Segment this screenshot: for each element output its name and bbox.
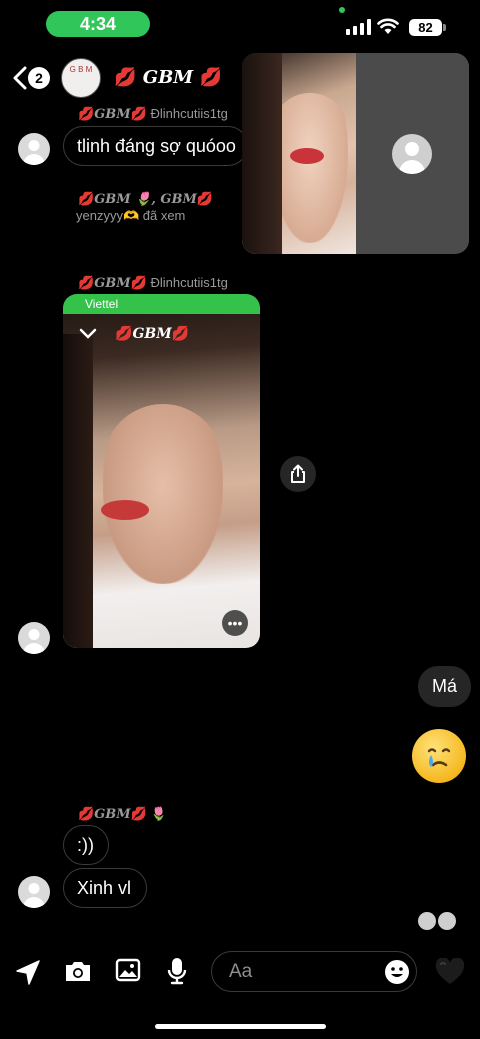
message-bubble[interactable]: Xinh vl xyxy=(63,868,147,908)
shared-photo[interactable]: Viettel 💋GBM💋 ••• xyxy=(63,294,260,648)
carrier-name: Viettel xyxy=(85,297,119,311)
message-text: Má xyxy=(431,676,457,696)
lips-icon: 💋 xyxy=(78,806,95,821)
photo-title: 💋GBM💋 xyxy=(115,326,189,342)
sender-avatar[interactable] xyxy=(18,876,50,908)
seen-avatar xyxy=(418,912,436,930)
seen-by-text: yenzyyy🫶 đã xem xyxy=(76,208,186,223)
seen-avatar xyxy=(438,912,456,930)
sender-avatar[interactable] xyxy=(18,622,50,654)
message-input-placeholder: Aa xyxy=(229,961,253,982)
video-call-pip[interactable] xyxy=(242,53,469,254)
message-sender: 💋GBM💋 Đlinhcutiis1tg xyxy=(78,106,228,122)
privacy-indicator-dot xyxy=(339,7,345,13)
seen-by-names: 💋GBM 🌷, GBM💋 xyxy=(78,191,213,207)
lips-icon: 💋 xyxy=(199,67,222,88)
gallery-icon[interactable] xyxy=(115,958,141,982)
photo-hair-region xyxy=(63,334,93,648)
smiling-tear-emoji-icon xyxy=(427,748,451,767)
location-arrow-icon[interactable] xyxy=(15,958,41,986)
remote-user-avatar xyxy=(392,134,432,174)
group-avatar-text: G B M xyxy=(69,65,93,74)
cellular-signal-icon xyxy=(346,19,371,35)
group-avatar[interactable]: G B M xyxy=(61,58,101,98)
photo-face-region xyxy=(103,404,223,584)
group-title[interactable]: 💋 GBM 💋 xyxy=(114,67,222,88)
lips-icon: 💋 xyxy=(130,275,147,290)
photo-title-text: GBM xyxy=(132,326,172,342)
more-options-button[interactable]: ••• xyxy=(222,610,248,636)
message-bubble[interactable]: :)) xyxy=(63,825,109,865)
share-icon xyxy=(291,464,305,483)
photo-lips-region xyxy=(101,500,149,520)
lips-icon: 💋 xyxy=(78,106,95,121)
tulip-icon: 🌷 xyxy=(150,806,167,821)
back-chevron-icon[interactable] xyxy=(12,66,28,90)
seen-avatars xyxy=(418,912,456,930)
pip-camera-feed xyxy=(242,53,356,254)
battery-indicator: 82 xyxy=(409,19,442,36)
battery-tip xyxy=(443,24,446,31)
crying-smile-emoji[interactable]: 🥲 xyxy=(412,729,466,783)
message-text: Xinh vl xyxy=(77,877,132,898)
sender-tag: GBM xyxy=(94,276,131,291)
sender-tag: GBM xyxy=(94,107,131,122)
microphone-icon[interactable] xyxy=(166,956,188,986)
heart-icon[interactable] xyxy=(435,958,465,985)
photo-status-bar: Viettel xyxy=(63,294,260,314)
lips-icon: 💋 xyxy=(78,191,95,206)
unread-count-badge[interactable]: 2 xyxy=(28,67,50,89)
sender-tag: GBM xyxy=(94,807,131,822)
group-name: GBM xyxy=(142,67,194,88)
sender-name: Đlinhcutiis1tg xyxy=(150,275,228,290)
camera-icon[interactable] xyxy=(64,959,92,983)
message-text: tlinh đáng sợ quóoo xyxy=(77,135,236,156)
lips-icon: 💋 xyxy=(130,106,147,121)
lips-icon: 💋 xyxy=(115,326,133,342)
home-indicator xyxy=(155,1024,326,1029)
chevron-down-icon xyxy=(79,328,97,339)
message-sender: 💋GBM💋 Đlinhcutiis1tg xyxy=(78,275,228,291)
status-time: 4:34 xyxy=(46,11,150,37)
lips-icon: 💋 xyxy=(171,326,190,342)
message-text: :)) xyxy=(77,834,94,855)
lips-icon: 💋 xyxy=(78,275,95,290)
wifi-icon xyxy=(377,18,399,34)
message-bubble[interactable]: tlinh đáng sợ quóoo xyxy=(63,126,248,166)
seen-names-text: GBM 🌷, GBM xyxy=(94,192,197,207)
emoji-picker-icon[interactable] xyxy=(384,959,410,985)
sender-name: Đlinhcutiis1tg xyxy=(150,106,228,121)
sender-avatar[interactable] xyxy=(18,133,50,165)
lips-icon: 💋 xyxy=(196,191,214,206)
lips-icon: 💋 xyxy=(114,67,137,88)
my-message-bubble[interactable]: Má xyxy=(418,666,471,707)
message-sender: 💋GBM💋 🌷 xyxy=(78,806,167,822)
share-button[interactable] xyxy=(280,456,316,492)
lips-icon: 💋 xyxy=(130,806,147,821)
